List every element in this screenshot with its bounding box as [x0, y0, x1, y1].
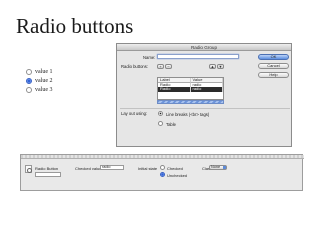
add-radio-button[interactable]: +	[157, 64, 164, 69]
table-cell-label[interactable]: Radio	[158, 86, 191, 92]
help-button[interactable]: Help	[258, 72, 289, 78]
radio-selected-icon[interactable]	[26, 77, 32, 84]
table-cell-value[interactable]: radio	[190, 86, 223, 92]
cancel-button[interactable]: Cancel	[258, 63, 289, 69]
initial-state-option: Unchecked	[167, 173, 188, 178]
move-up-button[interactable]: ▲	[209, 64, 216, 69]
radio-table: Label Value Radio radio Radio radio	[157, 77, 224, 100]
initial-state-label: Initial state	[138, 166, 158, 171]
table-row[interactable]: Radio radio	[158, 86, 223, 92]
radio-selected-icon[interactable]	[160, 172, 165, 177]
radio-unselected-icon[interactable]	[26, 68, 32, 75]
radio-group-dialog: Radio Group Name: OK Cancel Help Radio b…	[116, 43, 292, 147]
preview-radio-label: value 3	[35, 86, 53, 93]
class-select[interactable]: None	[209, 165, 227, 170]
ok-button[interactable]: OK	[258, 54, 289, 60]
slide-title: Radio buttons	[16, 14, 134, 38]
radio-unselected-icon[interactable]	[26, 86, 32, 93]
property-inspector: Radio Button Checked value radio Initial…	[20, 154, 304, 191]
layout-option-label: Line breaks (<br> tags)	[166, 112, 210, 117]
element-type-label: Radio Button	[35, 166, 59, 171]
radio-selected-icon[interactable]	[158, 111, 163, 116]
layout-label: Lay out using:	[121, 111, 148, 116]
layout-option-label: Table	[166, 122, 177, 127]
preview-radio-label: value 1	[35, 68, 53, 75]
preview-radio-row[interactable]: value 2	[26, 76, 53, 85]
preview-radio-row[interactable]: value 1	[26, 67, 53, 76]
divider	[120, 108, 290, 109]
checked-value-label: Checked value	[75, 166, 102, 171]
radio-unselected-icon[interactable]	[158, 121, 163, 126]
table-scrollbar[interactable]	[157, 100, 224, 104]
checked-value-input[interactable]: radio	[100, 165, 124, 170]
preview-radio-row[interactable]: value 3	[26, 85, 53, 94]
name-input[interactable]	[157, 54, 239, 59]
dialog-title: Radio Group	[117, 44, 291, 51]
radio-button-icon	[25, 165, 32, 173]
inspector-grip	[21, 155, 304, 159]
preview-radio-label: value 2	[35, 77, 53, 84]
initial-state-option: Checked	[167, 166, 183, 171]
radio-unselected-icon[interactable]	[160, 165, 165, 170]
radio-preview: value 1 value 2 value 3	[26, 67, 53, 94]
name-label: Name:	[143, 55, 156, 60]
remove-radio-button[interactable]: −	[165, 64, 172, 69]
radio-buttons-label: Radio buttons:	[121, 64, 149, 69]
element-name-input[interactable]	[35, 172, 61, 177]
move-down-button[interactable]: ▼	[217, 64, 224, 69]
